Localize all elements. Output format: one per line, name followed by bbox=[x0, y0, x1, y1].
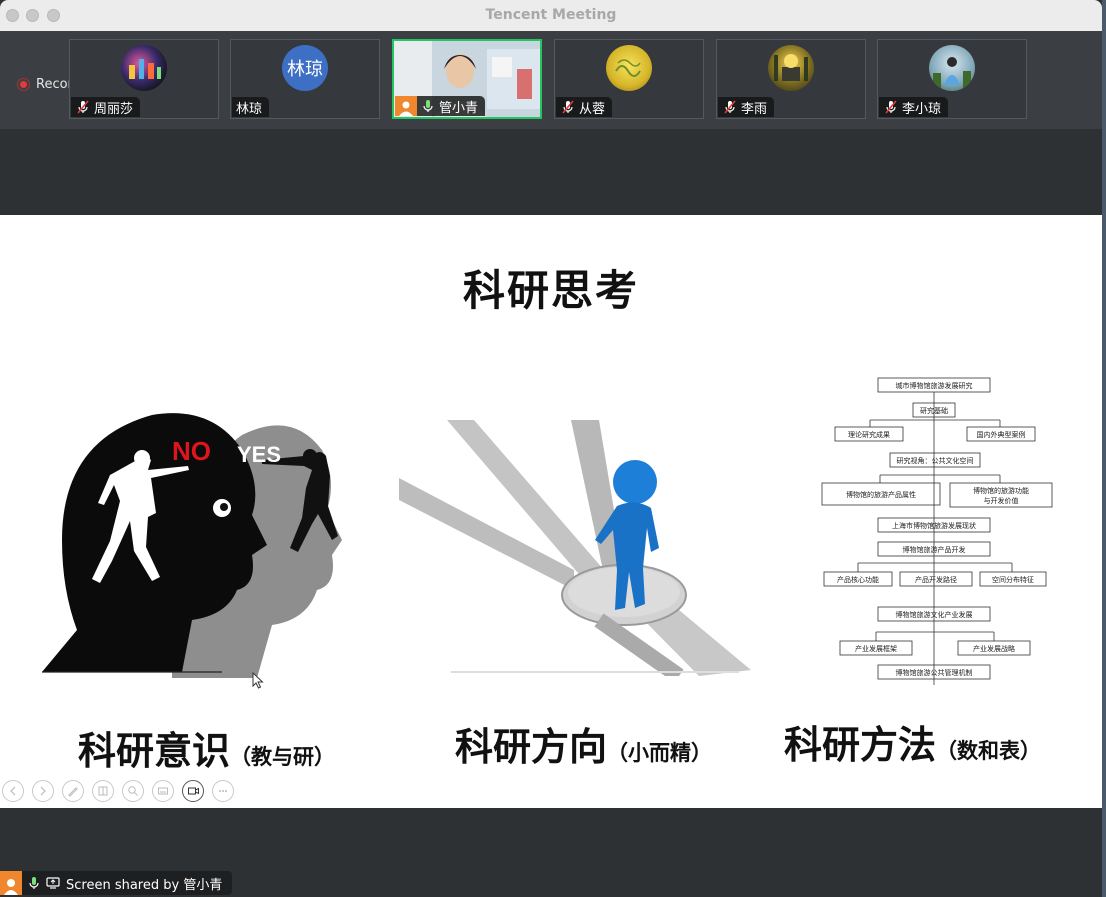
participant-tile[interactable]: 李雨 bbox=[716, 39, 866, 119]
desktop-edge bbox=[1102, 0, 1106, 897]
screen-share-label: Screen shared by 管小青 bbox=[66, 877, 223, 893]
mouse-cursor-icon bbox=[252, 672, 264, 689]
participant-name-tag: 李雨 bbox=[718, 97, 775, 117]
more-options-button[interactable] bbox=[212, 780, 234, 802]
caption-sub: （小而精） bbox=[607, 741, 713, 765]
participant-name-tag: 管小青 bbox=[395, 96, 486, 116]
flow-node: 国内外典型案例 bbox=[977, 430, 1026, 439]
arrow-right-icon bbox=[40, 786, 46, 796]
participant-tile[interactable]: 从蓉 bbox=[554, 39, 704, 119]
flow-node: 产品核心功能 bbox=[837, 575, 879, 584]
participant-name-tag: 林琼 bbox=[232, 97, 270, 117]
flow-node: 产业发展框架 bbox=[855, 644, 897, 653]
recording-dot-icon bbox=[17, 78, 30, 91]
subtitles-button[interactable] bbox=[152, 780, 174, 802]
caption-sub: （数和表） bbox=[936, 739, 1042, 763]
mic-icon bbox=[423, 100, 433, 112]
avatar bbox=[768, 45, 814, 91]
camera-button[interactable] bbox=[182, 780, 204, 802]
participant-tile[interactable]: 李小琼 bbox=[877, 39, 1027, 119]
caption-main: 科研方向 bbox=[455, 725, 608, 769]
participant-tile-active[interactable]: 管小青 bbox=[392, 39, 542, 119]
host-user-icon bbox=[0, 871, 22, 895]
title-bar: Tencent Meeting bbox=[0, 0, 1102, 32]
mic-icon bbox=[29, 877, 39, 889]
flow-node: 空间分布特征 bbox=[992, 575, 1034, 584]
next-slide-button[interactable] bbox=[32, 780, 54, 802]
more-dots-icon bbox=[219, 790, 227, 792]
pen-icon bbox=[68, 787, 78, 797]
camera-icon bbox=[187, 787, 199, 795]
avatar bbox=[606, 45, 652, 91]
no-text: NO bbox=[172, 436, 211, 466]
grid-icon bbox=[98, 786, 108, 796]
participant-name-tag: 周丽莎 bbox=[71, 97, 141, 117]
previous-slide-button[interactable] bbox=[2, 780, 24, 802]
stage-background bbox=[0, 129, 1102, 215]
slides-grid-button[interactable] bbox=[92, 780, 114, 802]
participant-name: 从蓉 bbox=[579, 101, 606, 117]
mic-muted-icon bbox=[77, 100, 89, 114]
avatar bbox=[121, 45, 167, 91]
caption-main: 科研意识 bbox=[78, 729, 231, 773]
flow-node: 产品开发路径 bbox=[915, 575, 957, 584]
mic-muted-icon bbox=[885, 100, 897, 114]
caption-research-method: 科研方法（数和表） bbox=[784, 714, 1041, 769]
caption-research-awareness: 科研意识（教与研） bbox=[78, 720, 335, 775]
crossroads-figure-image bbox=[399, 420, 751, 676]
flow-node: 研究视角：公共文化空间 bbox=[897, 456, 974, 465]
mic-muted-icon bbox=[562, 100, 574, 114]
meeting-window: Tencent Meeting Recording 周丽莎 林琼 林琼 bbox=[0, 0, 1102, 897]
slide-toolbar bbox=[2, 780, 234, 802]
avatar: 林琼 bbox=[282, 45, 328, 91]
screen-share-indicator[interactable]: Screen shared by 管小青 bbox=[0, 871, 233, 895]
caption-research-direction: 科研方向（小而精） bbox=[455, 716, 712, 771]
slide-title: 科研思考 bbox=[462, 266, 639, 315]
mic-muted-icon bbox=[724, 100, 736, 114]
arrow-left-icon bbox=[10, 786, 16, 796]
participant-name: 李小琼 bbox=[902, 101, 942, 117]
flow-node: 理论研究成果 bbox=[848, 430, 890, 439]
yes-text: YES bbox=[237, 442, 281, 467]
window-title: Tencent Meeting bbox=[485, 7, 617, 23]
flow-node: 研究基础 bbox=[920, 406, 948, 415]
pen-button[interactable] bbox=[62, 780, 84, 802]
participant-tile[interactable]: 周丽莎 bbox=[69, 39, 219, 119]
magnifier-icon bbox=[128, 786, 138, 796]
caption-main: 科研方法 bbox=[784, 723, 937, 767]
flow-node: 博物馆的旅游功能 bbox=[973, 486, 1029, 495]
flow-node: 产业发展战略 bbox=[973, 644, 1015, 653]
screen-share-icon bbox=[46, 877, 60, 889]
research-flowchart: 城市博物馆旅游发展研究 研究基础 理论研究成果 国内外典型案例 研究视角：公共文… bbox=[820, 375, 1056, 689]
flow-node: 城市博物馆旅游发展研究 bbox=[896, 381, 973, 390]
participant-name-tag: 从蓉 bbox=[556, 97, 613, 117]
flow-node: 博物馆旅游文化产业发展 bbox=[896, 610, 973, 619]
participant-name: 李雨 bbox=[741, 101, 768, 117]
host-user-icon bbox=[395, 96, 417, 116]
flow-node: 与开发价值 bbox=[984, 496, 1019, 505]
participant-name: 管小青 bbox=[439, 100, 479, 116]
flow-node: 博物馆旅游公共管理机制 bbox=[896, 668, 973, 677]
flow-node: 博物馆的旅游产品属性 bbox=[846, 490, 916, 499]
participant-name: 周丽莎 bbox=[94, 101, 134, 117]
flow-node: 博物馆旅游产品开发 bbox=[903, 545, 966, 554]
flow-node: 上海市博物馆旅游发展现状 bbox=[892, 521, 976, 530]
participant-tile[interactable]: 林琼 林琼 bbox=[230, 39, 380, 119]
zoom-button[interactable] bbox=[122, 780, 144, 802]
shared-screen-slide: 科研思考 NO YES 城市博物馆旅游发展研究 研究基础 理论研究成果 国内外典… bbox=[0, 215, 1102, 808]
subtitles-icon bbox=[158, 787, 168, 795]
participant-name: 林琼 bbox=[236, 101, 263, 117]
heads-no-yes-image: NO YES bbox=[42, 413, 342, 678]
participant-name-tag: 李小琼 bbox=[879, 97, 949, 117]
caption-sub: （教与研） bbox=[230, 745, 336, 769]
avatar bbox=[929, 45, 975, 91]
